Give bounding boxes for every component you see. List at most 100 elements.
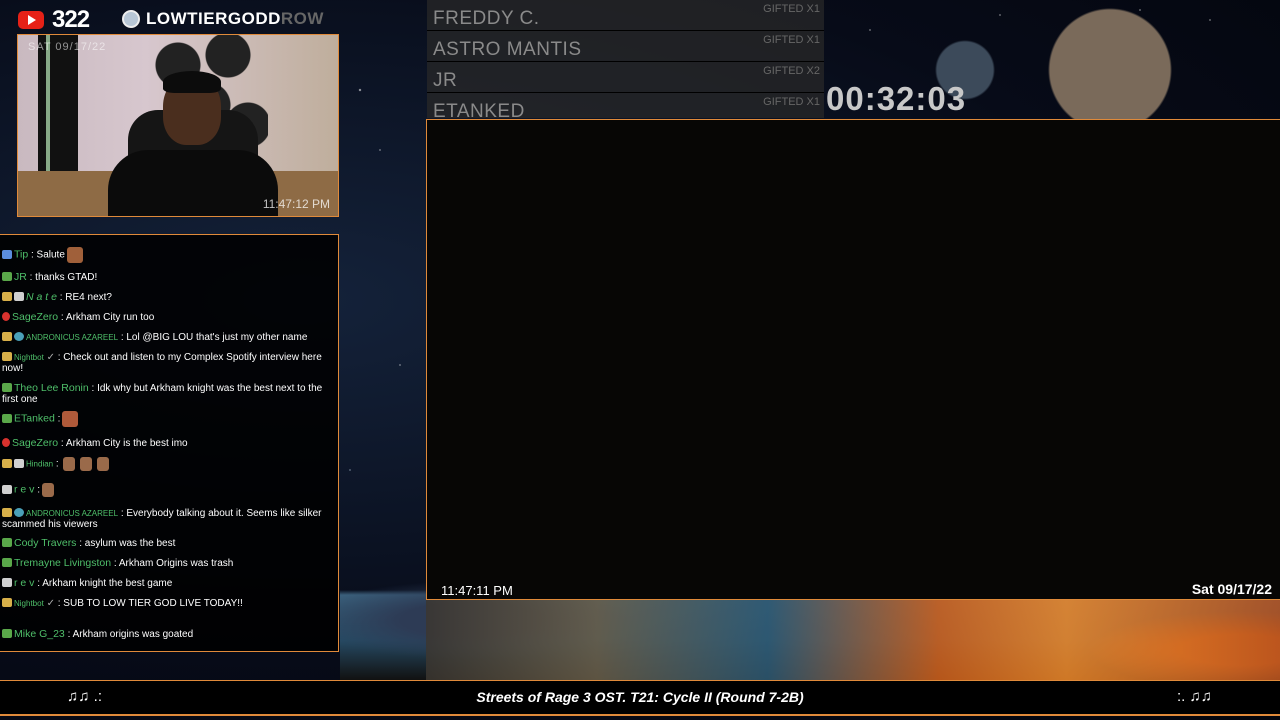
emote-icon <box>97 457 110 471</box>
chat-message: Hindian : <box>2 457 336 471</box>
chat-username: N a t e <box>26 291 57 303</box>
chat-username: Hindian <box>26 459 54 469</box>
chat-text: : asylum was the best <box>79 538 176 549</box>
channel-name-suffix: ROW <box>280 9 324 28</box>
chat-text: : Salute <box>30 249 65 261</box>
face-emote-icon <box>62 411 79 427</box>
chat-username: Nightbot <box>14 599 44 608</box>
channel-avatar-icon <box>122 10 140 28</box>
webcam-date-overlay: SAT 09/17/22 <box>28 41 107 53</box>
streamer <box>108 71 278 216</box>
gifted-name: FREDDY C. <box>433 8 540 29</box>
emote-icon <box>41 483 54 497</box>
chat-username: Nightbot <box>14 353 44 362</box>
chat-text: : <box>57 413 61 425</box>
chat-username: SageZero <box>12 311 59 323</box>
teal-badge-icon <box>14 332 24 341</box>
chat-username: ETanked <box>14 412 55 425</box>
chat-message: r e v : <box>2 483 336 497</box>
chat-text: : Lol @BIG LOU that's just my other name <box>120 332 308 343</box>
webcam-time-overlay: 11:47:12 PM <box>262 197 330 211</box>
chat-message: Nightbot ✓ : Check out and listen to my … <box>2 352 336 374</box>
chat-message: N a t e : RE4 next? <box>2 292 336 303</box>
chat-message: Tremayne Livingston : Arkham Origins was… <box>2 558 336 569</box>
subscriber-badge-icon <box>2 413 12 423</box>
gifted-tag: GIFTED X1 <box>763 3 820 15</box>
chat-text: : Arkham City is the best imo <box>60 438 188 449</box>
channel-name: LOWTIERGODDROW <box>146 9 324 29</box>
red-badge-icon <box>2 312 10 321</box>
gifted-subs-list: FREDDY C. GIFTED X1 ASTRO MANTIS GIFTED X1… <box>427 0 824 118</box>
webcam-feed: SAT 09/17/22 11:47:12 PM <box>17 34 339 217</box>
chat-username: SageZero <box>12 437 59 449</box>
chat-username: r e v <box>14 483 35 496</box>
moderator-wrench-icon <box>2 508 12 517</box>
chat-message: SageZero : Arkham City run too <box>2 312 336 323</box>
youtube-count: 322 <box>52 6 90 33</box>
chat-text: : <box>37 484 40 496</box>
diamond-badge-icon <box>14 458 24 468</box>
diamond-badge-icon <box>2 249 12 259</box>
streamer-hair <box>163 71 221 93</box>
youtube-counter: 322 <box>18 6 90 34</box>
verified-check-icon: ✓ <box>46 352 55 363</box>
verified-check-icon: ✓ <box>46 598 55 609</box>
moderator-wrench-icon <box>2 458 12 468</box>
now-playing-song: Streets of Rage 3 OST. T21: Cycle II (Ro… <box>476 689 804 705</box>
chat-username: Theo Lee Ronin <box>14 382 89 394</box>
gifted-row: JR GIFTED X2 <box>427 62 824 93</box>
channel-name-text: LOWTIERGODD <box>146 9 281 28</box>
emote-icon <box>80 457 93 471</box>
chat-username: Tremayne Livingston <box>14 557 112 569</box>
chat-text: : Arkham City run too <box>60 312 155 323</box>
gifted-row: ETANKED GIFTED X1 <box>427 93 824 118</box>
subscriber-badge-icon <box>2 272 12 281</box>
gifted-name: JR <box>433 70 458 91</box>
chat-message: Cody Travers : asylum was the best <box>2 538 336 549</box>
chat-text: : SUB TO LOW TIER GOD LIVE TODAY!! <box>57 598 243 609</box>
lava-landscape-strip <box>426 600 1280 680</box>
chat-text: : Arkham Origins was trash <box>113 558 234 569</box>
moderator-wrench-icon <box>2 292 12 301</box>
emote-icon <box>63 457 76 471</box>
red-badge-icon <box>2 438 10 447</box>
chat-username: ANDRONICUS AZAREEL <box>26 509 119 518</box>
chat-message: SageZero : Arkham City is the best imo <box>2 438 336 449</box>
webcam-curtain <box>38 35 78 175</box>
gifted-row: FREDDY C. GIFTED X1 <box>427 0 824 31</box>
chat-message: Nightbot ✓ : SUB TO LOW TIER GOD LIVE TO… <box>2 598 336 609</box>
diamond-badge-icon <box>2 578 12 587</box>
game-clock: 11:47:11 PM <box>441 583 513 598</box>
chat-username: Mike G_23 <box>14 628 65 640</box>
gifted-tag: GIFTED X1 <box>763 34 820 46</box>
gifted-tag: GIFTED X2 <box>763 65 820 77</box>
gifted-name: ASTRO MANTIS <box>433 39 582 60</box>
chat-message: Mike G_23 : Arkham origins was goated <box>2 629 336 640</box>
game-date: Sat 09/17/22 <box>1191 581 1272 597</box>
moderator-wrench-icon <box>2 352 12 361</box>
channel-logo: LOWTIERGODDROW <box>122 9 324 29</box>
chat-message: ANDRONICUS AZAREEL : Lol @BIG LOU that's… <box>2 332 336 343</box>
subscriber-badge-icon <box>2 383 12 392</box>
chat-text: : Arkham origins was goated <box>67 629 194 640</box>
chat-message: Theo Lee Ronin : Idk why but Arkham knig… <box>2 383 336 405</box>
subscriber-badge-icon <box>2 538 12 547</box>
subscriber-badge-icon <box>2 558 12 567</box>
streamer-shirt <box>108 150 278 216</box>
teal-badge-icon <box>14 508 24 517</box>
now-playing-bar: ♫♫ .: Streets of Rage 3 OST. T21: Cycle … <box>0 680 1280 716</box>
chat-text: : <box>55 458 59 470</box>
chat-username: r e v <box>14 577 35 589</box>
chat-message: ANDRONICUS AZAREEL : Everybody talking a… <box>2 508 336 530</box>
salute-emote-icon <box>66 247 83 263</box>
chat-username: Cody Travers <box>14 537 77 549</box>
chat-panel: Tip : Salute JR : thanks GTAD! N a t e :… <box>0 234 339 652</box>
chat-message: ETanked : <box>2 411 336 427</box>
chat-message: r e v : Arkham knight the best game <box>2 578 336 589</box>
moderator-wrench-icon <box>2 598 12 607</box>
gifted-row: ASTRO MANTIS GIFTED X1 <box>427 31 824 62</box>
gifted-name: ETANKED <box>433 101 525 118</box>
chat-text: : Arkham knight the best game <box>37 578 173 589</box>
chat-message: JR : thanks GTAD! <box>2 272 336 283</box>
diamond-badge-icon <box>14 292 24 301</box>
